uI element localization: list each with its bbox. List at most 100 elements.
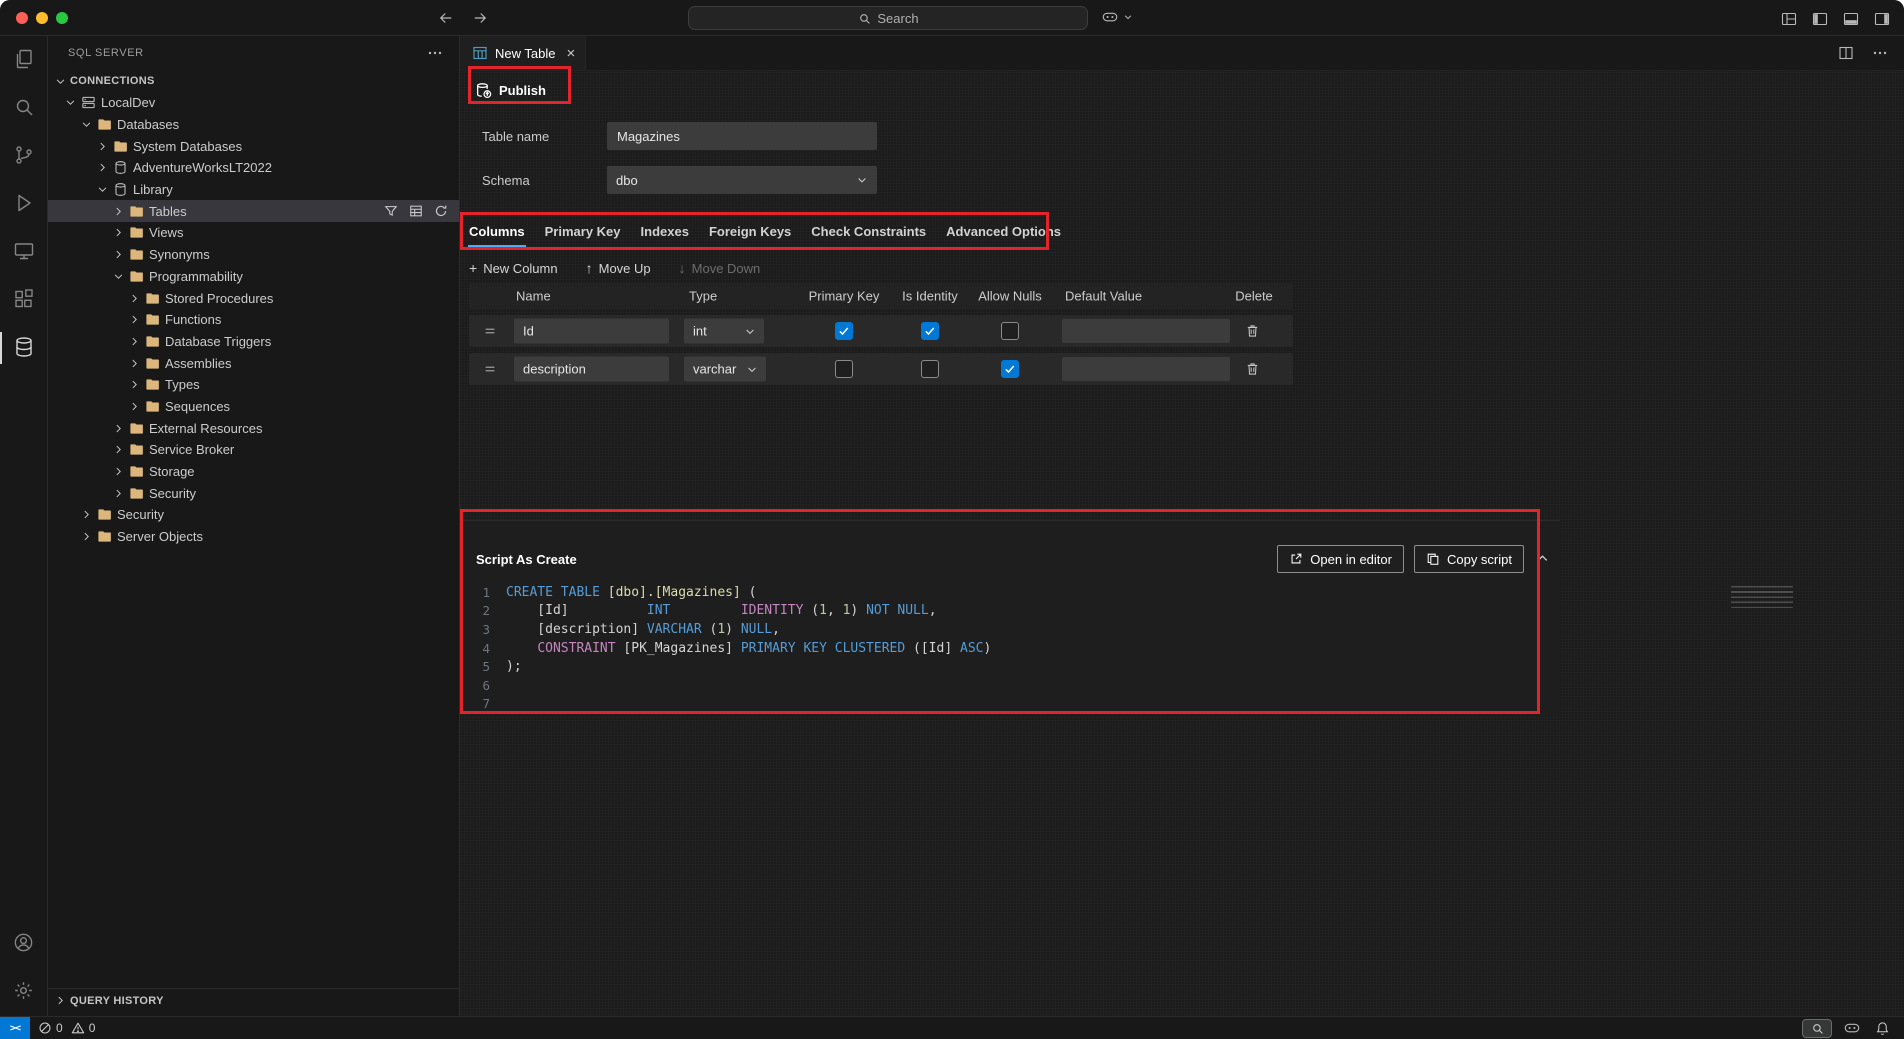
allow-nulls-checkbox[interactable]: [1001, 360, 1019, 378]
back-icon[interactable]: [436, 8, 456, 28]
open-in-editor-button[interactable]: Open in editor: [1277, 545, 1404, 573]
primary-key-checkbox[interactable]: [835, 360, 853, 378]
chevron-right-icon[interactable]: [94, 138, 110, 154]
schema-select[interactable]: dbo: [607, 166, 877, 194]
chevron-down-icon[interactable]: [94, 182, 110, 198]
tree-item-functions[interactable]: Functions: [48, 309, 459, 331]
designer-tab-indexes[interactable]: Indexes: [632, 213, 698, 249]
query-history-section-header[interactable]: QUERY HISTORY: [48, 988, 459, 1012]
tree-item-storage[interactable]: Storage: [48, 461, 459, 483]
chevron-down-icon[interactable]: [78, 117, 94, 133]
activity-item-search[interactable]: [0, 84, 47, 132]
copy-script-button[interactable]: Copy script: [1414, 545, 1524, 573]
activity-item-sql-server[interactable]: [0, 324, 47, 372]
tree-item-external-resources[interactable]: External Resources: [48, 417, 459, 439]
tree-item-system-databases[interactable]: System Databases: [48, 135, 459, 157]
chevron-down-icon[interactable]: [110, 268, 126, 284]
drag-handle-icon[interactable]: [483, 324, 497, 338]
tree-item-service-broker[interactable]: Service Broker: [48, 439, 459, 461]
tree-item-security[interactable]: Security: [48, 482, 459, 504]
minimize-window-button[interactable]: [36, 12, 48, 24]
tree-item-programmability[interactable]: Programmability: [48, 266, 459, 288]
default-value-input[interactable]: [1062, 319, 1230, 343]
settings-gear-icon[interactable]: [0, 968, 47, 1016]
tablegrid-icon[interactable]: [408, 203, 424, 219]
toggle-secondary-sidebar-icon[interactable]: [1872, 9, 1892, 29]
designer-tab-columns[interactable]: Columns: [460, 213, 534, 249]
chevron-right-icon[interactable]: [126, 333, 142, 349]
toggle-panel-icon[interactable]: [1841, 9, 1861, 29]
more-actions-icon[interactable]: [425, 43, 445, 63]
tab-new-table[interactable]: New Table ×: [460, 36, 586, 70]
remote-indicator[interactable]: ><: [0, 1017, 30, 1039]
problems-status[interactable]: 0 0: [30, 1021, 99, 1035]
column-type-select[interactable]: varchar: [684, 357, 766, 382]
column-name-input[interactable]: [514, 319, 669, 344]
refresh-icon[interactable]: [433, 203, 449, 219]
designer-tab-primary-key[interactable]: Primary Key: [536, 213, 630, 249]
tree-item-stored-procedures[interactable]: Stored Procedures: [48, 287, 459, 309]
publish-button[interactable]: Publish: [475, 76, 546, 104]
filter-icon[interactable]: [383, 203, 399, 219]
drag-handle-icon[interactable]: [483, 362, 497, 376]
designer-tab-check-constraints[interactable]: Check Constraints: [802, 213, 935, 249]
tree-item-localdev[interactable]: LocalDev: [48, 92, 459, 114]
customize-layout-icon[interactable]: [1779, 9, 1799, 29]
chevron-right-icon[interactable]: [78, 507, 94, 523]
chevron-right-icon[interactable]: [126, 355, 142, 371]
activity-item-run-debug[interactable]: [0, 180, 47, 228]
chevron-right-icon[interactable]: [94, 160, 110, 176]
tree-item-adventureworkslt2022[interactable]: AdventureWorksLT2022: [48, 157, 459, 179]
tree-item-views[interactable]: Views: [48, 222, 459, 244]
split-editor-icon[interactable]: [1836, 43, 1856, 63]
notifications-bell-icon[interactable]: [1872, 1018, 1892, 1038]
tree-item-databases[interactable]: Databases: [48, 114, 459, 136]
chevron-up-icon[interactable]: [1535, 551, 1550, 566]
zoom-indicator[interactable]: [1802, 1019, 1832, 1038]
chevron-right-icon[interactable]: [110, 485, 126, 501]
chevron-down-icon[interactable]: [62, 95, 78, 111]
chevron-right-icon[interactable]: [78, 529, 94, 545]
primary-key-checkbox[interactable]: [835, 322, 853, 340]
designer-tab-advanced-options[interactable]: Advanced Options: [937, 213, 1070, 249]
activity-item-remote-explorer[interactable]: [0, 228, 47, 276]
close-window-button[interactable]: [16, 12, 28, 24]
is-identity-checkbox[interactable]: [921, 322, 939, 340]
tree-item-library[interactable]: Library: [48, 179, 459, 201]
account-icon[interactable]: [0, 920, 47, 968]
new-column-button[interactable]: + New Column: [469, 260, 558, 276]
move-up-button[interactable]: ↑ Move Up: [586, 260, 651, 276]
default-value-input[interactable]: [1062, 357, 1230, 381]
tree-item-server-objects[interactable]: Server Objects: [48, 526, 459, 548]
column-name-input[interactable]: [514, 357, 669, 382]
chevron-right-icon[interactable]: [110, 225, 126, 241]
designer-tab-foreign-keys[interactable]: Foreign Keys: [700, 213, 800, 249]
tree-item-assemblies[interactable]: Assemblies: [48, 352, 459, 374]
activity-item-source-control[interactable]: [0, 132, 47, 180]
activity-item-extensions[interactable]: [0, 276, 47, 324]
activity-item-explorer[interactable]: [0, 36, 47, 84]
chevron-right-icon[interactable]: [110, 203, 126, 219]
tree-item-synonyms[interactable]: Synonyms: [48, 244, 459, 266]
tree-item-database-triggers[interactable]: Database Triggers: [48, 331, 459, 353]
chevron-right-icon[interactable]: [110, 420, 126, 436]
allow-nulls-checkbox[interactable]: [1001, 322, 1019, 340]
copilot-status-icon[interactable]: [1842, 1018, 1862, 1038]
chevron-right-icon[interactable]: [126, 312, 142, 328]
is-identity-checkbox[interactable]: [921, 360, 939, 378]
chevron-right-icon[interactable]: [110, 247, 126, 263]
chevron-right-icon[interactable]: [126, 377, 142, 393]
delete-row-icon[interactable]: [1245, 324, 1260, 339]
tree-item-types[interactable]: Types: [48, 374, 459, 396]
chevron-right-icon[interactable]: [126, 290, 142, 306]
chevron-right-icon[interactable]: [110, 464, 126, 480]
tree-item-tables[interactable]: Tables: [48, 200, 459, 222]
column-type-select[interactable]: int: [684, 319, 764, 344]
connections-section-header[interactable]: CONNECTIONS: [48, 70, 459, 92]
delete-row-icon[interactable]: [1245, 362, 1260, 377]
move-down-button[interactable]: ↓ Move Down: [679, 260, 761, 276]
tree-item-sequences[interactable]: Sequences: [48, 396, 459, 418]
chevron-right-icon[interactable]: [126, 398, 142, 414]
chevron-right-icon[interactable]: [110, 442, 126, 458]
close-tab-icon[interactable]: ×: [566, 45, 575, 62]
